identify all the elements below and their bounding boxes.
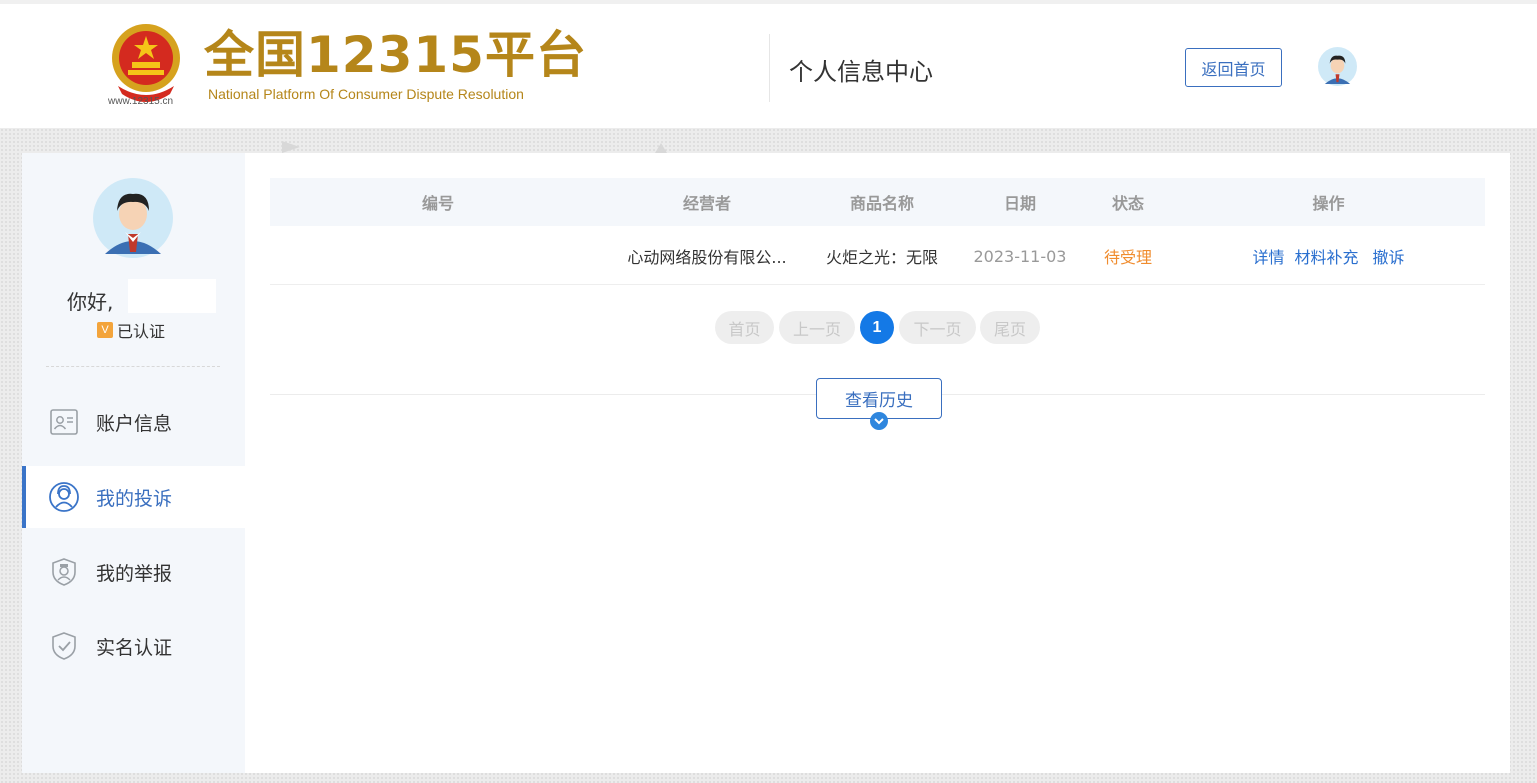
sidebar-item-account-info[interactable]: 账户信息	[22, 391, 245, 453]
decor-triangle	[282, 141, 300, 153]
withdraw-complaint-link[interactable]: 撤诉	[1373, 244, 1405, 268]
column-header-product: 商品名称	[849, 194, 914, 213]
supplement-materials-link[interactable]: 材料补充	[1294, 244, 1358, 268]
profile-avatar-icon	[93, 178, 173, 258]
user-avatar-icon[interactable]	[1318, 47, 1357, 86]
sidebar-item-my-reports[interactable]: 我的举报	[22, 541, 245, 603]
verified-badge-icon: V	[97, 322, 113, 338]
column-header-status: 状态	[1111, 194, 1144, 213]
details-link[interactable]: 详情	[1252, 244, 1284, 268]
logo-subtitle: National Platform Of Consumer Dispute Re…	[208, 86, 524, 102]
username-redacted	[128, 279, 216, 313]
sidebar-item-label: 账户信息	[96, 412, 173, 435]
sidebar-item-real-name-verification[interactable]: 实名认证	[22, 615, 245, 677]
current-page-button[interactable]: 1	[860, 311, 894, 344]
cell-product: 火炬之光：无限	[825, 248, 938, 267]
logo-url: www.12315.cn	[108, 96, 174, 107]
sidebar-item-my-complaints[interactable]: 我的投诉	[22, 466, 245, 528]
next-page-button[interactable]: 下一页	[899, 311, 976, 344]
decor-triangle	[655, 143, 667, 153]
id-card-icon	[50, 409, 78, 435]
column-header-actions: 操作	[1312, 194, 1345, 213]
verified-status: V 已认证	[97, 318, 165, 342]
shield-check-icon	[52, 632, 76, 660]
police-shield-icon	[52, 558, 76, 586]
prev-page-button[interactable]: 上一页	[779, 311, 855, 344]
chevron-down-icon[interactable]	[870, 412, 888, 430]
column-header-id: 编号	[421, 194, 454, 213]
sidebar-item-label: 实名认证	[96, 636, 173, 659]
column-header-operator: 经营者	[682, 194, 731, 213]
column-header-date: 日期	[1003, 194, 1036, 213]
cell-status: 待受理	[1103, 248, 1152, 267]
row-divider	[270, 284, 1485, 285]
user-headset-icon	[49, 482, 79, 512]
first-page-button[interactable]: 首页	[715, 311, 774, 344]
table-header: 编号 经营者 商品名称 日期 状态 操作	[270, 178, 1485, 226]
cell-operator: 心动网络股份有限公...	[627, 248, 787, 267]
return-home-button[interactable]: 返回首页	[1185, 48, 1282, 87]
logo-title: 全国12315平台	[204, 26, 587, 84]
header-divider	[769, 34, 770, 102]
last-page-button[interactable]: 尾页	[980, 311, 1040, 344]
verified-label: 已认证	[117, 322, 166, 341]
greeting-text: 你好,	[67, 290, 114, 314]
cell-actions: 详情 材料补充 撤诉	[1172, 242, 1485, 270]
cell-date: 2023-11-03	[973, 246, 1067, 266]
sidebar-item-label: 我的举报	[96, 562, 173, 585]
sidebar-divider	[46, 366, 220, 367]
sidebar-item-label: 我的投诉	[96, 487, 173, 510]
cell-id	[270, 242, 606, 270]
top-header: www.12315.cn 全国12315平台 National Platform…	[0, 0, 1537, 128]
page-title: 个人信息中心	[789, 58, 933, 86]
